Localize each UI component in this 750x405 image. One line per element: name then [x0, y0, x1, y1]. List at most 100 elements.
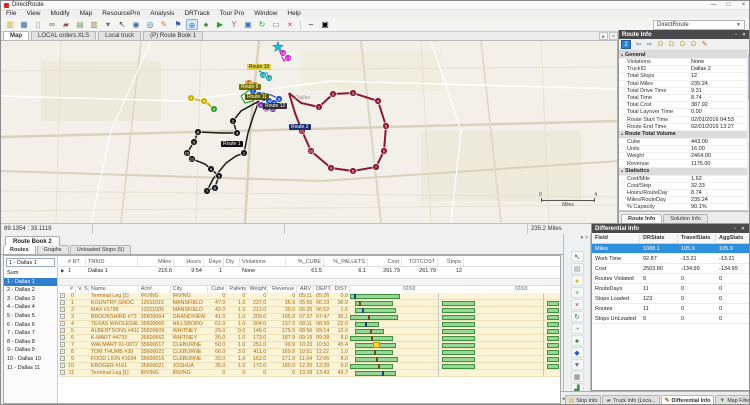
table-row[interactable]: RouteDays1100 [592, 284, 750, 294]
stop-marker[interactable]: 7 [373, 164, 380, 171]
route-list-item-10-dallas-10[interactable]: 10 - Dallas 10 [4, 355, 57, 364]
menu-window[interactable]: Window [249, 10, 282, 18]
tab-route-info[interactable]: Route Info [621, 214, 662, 223]
profile-select[interactable]: DirectRoute ▼ [653, 20, 745, 30]
section-route-total-volume[interactable]: ▴Route Total Volume [619, 131, 750, 139]
column-header-days[interactable]: Days [204, 258, 224, 266]
pin-button[interactable]: ▫ [732, 32, 740, 38]
tab-truck-info-loca[interactable]: ▰Truck Info (Loca... [602, 395, 659, 405]
close-panel-button[interactable]: × [739, 226, 747, 232]
column-header-totcost[interactable]: TOTCOST [402, 258, 438, 266]
stop-marker[interactable]: 2 [230, 118, 237, 125]
row-expander[interactable]: + [59, 314, 66, 321]
row-expander[interactable]: + [59, 363, 66, 370]
note-icon[interactable]: ▤ [571, 263, 584, 274]
unlock-all-icon[interactable]: Ω [689, 40, 699, 50]
stop-marker[interactable]: 4 [375, 98, 382, 105]
stop-marker[interactable]: 17 [285, 55, 292, 62]
tab-local-orders-xls[interactable]: LOCAL orders.XLS [31, 31, 96, 40]
tab-close-button[interactable]: × [609, 32, 618, 40]
select-pointer-icon[interactable]: ↖ [571, 251, 584, 262]
report-icon[interactable]: ▥ [88, 19, 100, 30]
stop-tree-icon[interactable]: ♠ [571, 335, 584, 346]
route-list-item-1-dallas-1[interactable]: 1 - Dallas 1 [4, 278, 57, 287]
strip-collapse-icon[interactable]: ▾ [581, 235, 584, 241]
routes-table-row[interactable]: ▶1Dallas 1215.69:541None61.56.1261.79261… [59, 267, 560, 275]
table-row[interactable]: Work Time92.87-13.21-13.21 [592, 254, 750, 264]
add-stop-icon[interactable]: + [571, 287, 584, 298]
column-header-rt[interactable]: # RT [66, 258, 86, 266]
route-list-item-5-dallas-5[interactable]: 5 - Dallas 5 [4, 312, 57, 321]
menu-view[interactable]: View [21, 10, 45, 18]
table-row[interactable]: Stops UnLoaded000 [592, 314, 750, 324]
column-header-trkid[interactable]: TRKID [86, 258, 138, 266]
binoculars-icon[interactable]: ∞ [46, 19, 58, 30]
stop-marker[interactable]: 10 [184, 150, 191, 157]
stop-marker[interactable]: 4 [188, 95, 195, 102]
database-icon[interactable]: ▣ [242, 19, 254, 30]
stop-marker[interactable]: 8 [211, 106, 218, 113]
stop-marker[interactable]: 5 [216, 173, 223, 180]
stop-marker[interactable]: 6 [276, 96, 283, 103]
row-expander[interactable]: + [59, 370, 66, 377]
maximize-button[interactable]: □ [721, 1, 736, 9]
stop-marker[interactable]: 11 [189, 156, 196, 163]
section-statistics[interactable]: ▴Statistics [619, 168, 750, 176]
route-filter-combo[interactable]: 1 - Dallas 1 [6, 258, 55, 267]
route-list-item-sum[interactable]: Sum [4, 269, 57, 278]
select-pointer-icon[interactable]: ↖ [116, 19, 128, 30]
stop-marker[interactable]: 3 [350, 90, 357, 97]
row-expander[interactable]: + [59, 321, 66, 328]
column-header-violations[interactable]: Violations [240, 258, 286, 266]
route-list-item-3-dallas-3[interactable]: 3 - Dallas 3 [4, 295, 57, 304]
route-book-tab[interactable]: Route Book 2 [5, 236, 60, 246]
tab-unloaded-stops-5[interactable]: Unloaded Stops (5) [70, 245, 131, 254]
exit-icon[interactable]: × [284, 19, 296, 30]
table-row[interactable]: Routes Violated000 [592, 274, 750, 284]
edit-route-icon[interactable]: ✎ [700, 40, 710, 50]
stop-marker[interactable]: 10 [308, 148, 315, 155]
save-icon[interactable]: ▦ [18, 19, 30, 30]
route-list-item-11-dallas-11[interactable]: 11 - Dallas 11 [4, 364, 57, 373]
row-expander[interactable]: + [59, 328, 66, 335]
stop-marker[interactable]: 5 [201, 98, 208, 105]
tab-differential-info[interactable]: ✎Differential Info [661, 395, 715, 405]
route-list-item-4-dallas-4[interactable]: 4 - Dallas 4 [4, 303, 57, 312]
menu-map[interactable]: Map [75, 10, 98, 18]
recycle-icon[interactable]: ↻ [571, 311, 584, 322]
strip-close-icon[interactable]: × [585, 235, 588, 241]
menu-file[interactable]: File [1, 10, 21, 18]
print-icon[interactable]: ▭ [270, 19, 282, 30]
caret-down-icon[interactable]: ▾ [102, 19, 114, 30]
unlock-route-icon[interactable]: Ω [667, 40, 677, 50]
row-expander[interactable]: + [59, 293, 66, 300]
row-expander[interactable]: + [59, 356, 66, 363]
stop-marker[interactable]: 4 [208, 166, 215, 173]
tab-map[interactable]: Map [3, 31, 29, 40]
column-header-hours[interactable]: Hours [174, 258, 204, 266]
stop-marker[interactable]: 7 [204, 188, 211, 195]
network-icon[interactable]: Y [228, 19, 240, 30]
resequence-flag-icon[interactable]: ⚑ [172, 19, 184, 30]
column-header-cube[interactable]: %_CUBE [286, 258, 324, 266]
menu-help[interactable]: Help [282, 10, 305, 18]
clock-icon[interactable]: ◔ [571, 323, 584, 334]
stop-marker[interactable]: 8 [195, 129, 202, 136]
stop-marker[interactable]: 8 [350, 168, 357, 175]
tab-map-filter-unl[interactable]: ▼Map Filter - Unl... [715, 395, 750, 405]
refresh-icon[interactable]: ↻ [256, 19, 268, 30]
tab-p-route-book-1[interactable]: (P) Route Book 1 [143, 31, 203, 40]
table-row[interactable]: Cost2503.80-134.99-134.99 [592, 264, 750, 274]
route-list-item-9-dallas-9[interactable]: 9 - Dallas 9 [4, 346, 57, 355]
lock-route-icon[interactable]: Ω [656, 40, 666, 50]
globe-icon[interactable]: ⊕ [186, 19, 198, 30]
table-row[interactable]: Stops Loaded12300 [592, 294, 750, 304]
column-header-cost[interactable]: Cost [368, 258, 402, 266]
stop-marker[interactable]: 6 [381, 148, 388, 155]
close-panel-button[interactable]: × [740, 32, 748, 38]
stop-marker[interactable]: 9 [328, 165, 335, 172]
route-list-item-2-dallas-2[interactable]: 2 - Dallas 2 [4, 286, 57, 295]
stop-marker[interactable]: 13 [266, 75, 273, 82]
tab-stop-info[interactable]: ▤Stop Info [565, 395, 602, 405]
column-header-dly[interactable]: Dly [224, 258, 240, 266]
